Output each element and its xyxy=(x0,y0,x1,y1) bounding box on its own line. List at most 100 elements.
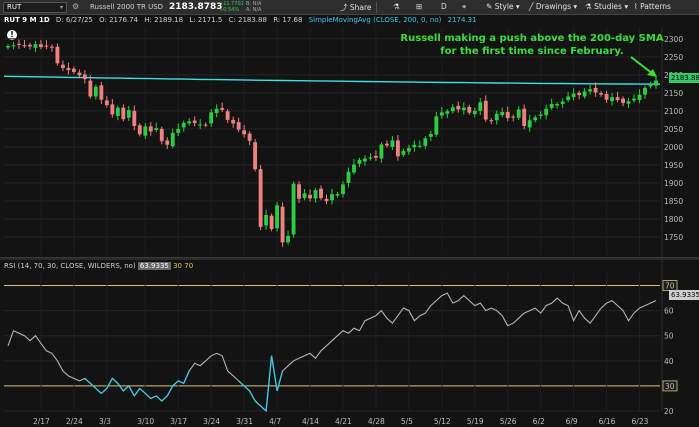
candle-body xyxy=(439,112,444,116)
candle-body xyxy=(368,157,373,159)
candle-body xyxy=(220,107,225,110)
candle-body xyxy=(566,96,571,101)
candle-body xyxy=(319,188,323,199)
price-tick-label: 1950 xyxy=(664,161,683,170)
candle-body xyxy=(549,104,554,108)
candle-body xyxy=(637,94,642,101)
x-tick-label: 2/24 xyxy=(66,417,83,426)
rsi-oversold-segment xyxy=(172,380,179,387)
price-chart[interactable]: 2300225022002150210020502000195019001850… xyxy=(0,0,699,427)
rsi-label[interactable]: RSI (14, 70, 30, CLOSE, WILDERS, no) xyxy=(4,262,136,270)
annotation-text: Russell making a push above the 200-day … xyxy=(400,33,664,57)
candle-body xyxy=(533,117,538,121)
candle-body xyxy=(236,122,241,130)
candle-body xyxy=(11,45,16,47)
candle-body xyxy=(126,110,131,118)
candle-body xyxy=(71,68,76,72)
x-tick-label: 2/17 xyxy=(33,417,50,426)
candle-body xyxy=(643,87,647,95)
price-tick-label: 2100 xyxy=(664,107,683,116)
price-tick-label: 1900 xyxy=(664,179,683,188)
rsi-oversold-segment xyxy=(128,385,135,397)
candle-body xyxy=(626,101,631,104)
price-tag: 2183.88 xyxy=(669,73,699,83)
candle-body xyxy=(275,205,280,229)
candle-body xyxy=(50,46,54,48)
x-tick-label: 6/23 xyxy=(632,417,649,426)
price-tick-label: 2000 xyxy=(664,143,683,152)
candle-body xyxy=(516,109,521,118)
candle-body xyxy=(450,107,455,112)
rsi-oversold-segment xyxy=(106,378,113,389)
candle-body xyxy=(384,143,389,146)
candle-body xyxy=(192,120,197,124)
rsi-oversold-segment xyxy=(243,385,251,392)
rsi-tick-label: 60 xyxy=(664,307,674,316)
candle-body xyxy=(28,44,32,47)
rsi-tag: 63.9335 xyxy=(669,290,699,300)
candle-body xyxy=(22,45,27,47)
candle-body xyxy=(33,44,38,48)
rsi-oversold-segment xyxy=(254,400,262,407)
candle-body xyxy=(17,43,21,45)
candle-body xyxy=(500,111,505,116)
x-tick-label: 5/19 xyxy=(467,417,484,426)
candle-body xyxy=(242,130,247,135)
candle-body xyxy=(467,106,472,113)
x-tick-label: 3/31 xyxy=(236,417,253,426)
rsi-oversold-segment xyxy=(183,370,190,384)
candle-body xyxy=(143,126,148,136)
candle-body xyxy=(593,87,598,93)
rsi-oversold-segment xyxy=(265,355,273,412)
pane-divider[interactable] xyxy=(0,257,699,260)
candle-body xyxy=(55,46,60,64)
candle-body xyxy=(346,171,351,183)
rsi-oversold-segment xyxy=(139,387,146,394)
candle-body xyxy=(264,215,269,226)
rsi-oversold-segment xyxy=(100,387,108,394)
candle-body xyxy=(428,133,433,137)
rsi-oversold-segment xyxy=(161,395,168,402)
price-tick-label: 1800 xyxy=(664,215,683,224)
candle-body xyxy=(494,113,499,121)
candle-body xyxy=(302,193,307,199)
candle-body xyxy=(654,80,658,86)
candle-body xyxy=(291,183,296,235)
candle-body xyxy=(187,121,192,124)
candle-body xyxy=(560,101,565,105)
candle-body xyxy=(423,138,428,146)
rsi-oversold-segment xyxy=(122,385,130,392)
x-tick-label: 5/5 xyxy=(401,417,413,426)
price-tick-label: 2150 xyxy=(664,89,683,98)
candle-body xyxy=(483,100,488,120)
candle-body xyxy=(604,93,609,100)
rsi-oversold-segment xyxy=(249,390,256,402)
candle-body xyxy=(588,89,593,92)
rsi-overbought: 70 xyxy=(184,262,194,270)
candle-body xyxy=(417,145,422,147)
rsi-value: 63.9335 xyxy=(137,262,171,270)
rsi-oversold-segment xyxy=(276,370,284,392)
candle-body xyxy=(582,91,587,97)
candle-body xyxy=(60,64,65,68)
rsi-oversold-segment xyxy=(238,380,245,387)
rsi-level-label: 30 xyxy=(665,382,675,391)
rsi-oversold-segment xyxy=(84,377,91,384)
candle-body xyxy=(313,190,318,199)
candle-body xyxy=(544,108,549,116)
x-tick-label: 5/26 xyxy=(500,417,517,426)
x-tick-label: 3/10 xyxy=(137,417,154,426)
candle-body xyxy=(93,86,98,97)
rsi-oversold-segment xyxy=(95,387,102,394)
candle-body xyxy=(489,120,494,122)
x-tick-label: 6/2 xyxy=(533,417,545,426)
rsi-oversold-segment xyxy=(117,383,124,392)
candle-body xyxy=(610,97,614,102)
rsi-oversold-segment xyxy=(150,395,157,400)
candle-body xyxy=(209,112,214,124)
candle-body xyxy=(66,67,71,71)
candle-body xyxy=(297,184,301,199)
x-tick-label: 4/14 xyxy=(302,417,319,426)
rsi-header: RSI (14, 70, 30, CLOSE, WILDERS, no) 63.… xyxy=(4,262,193,270)
candle-body xyxy=(341,184,345,195)
